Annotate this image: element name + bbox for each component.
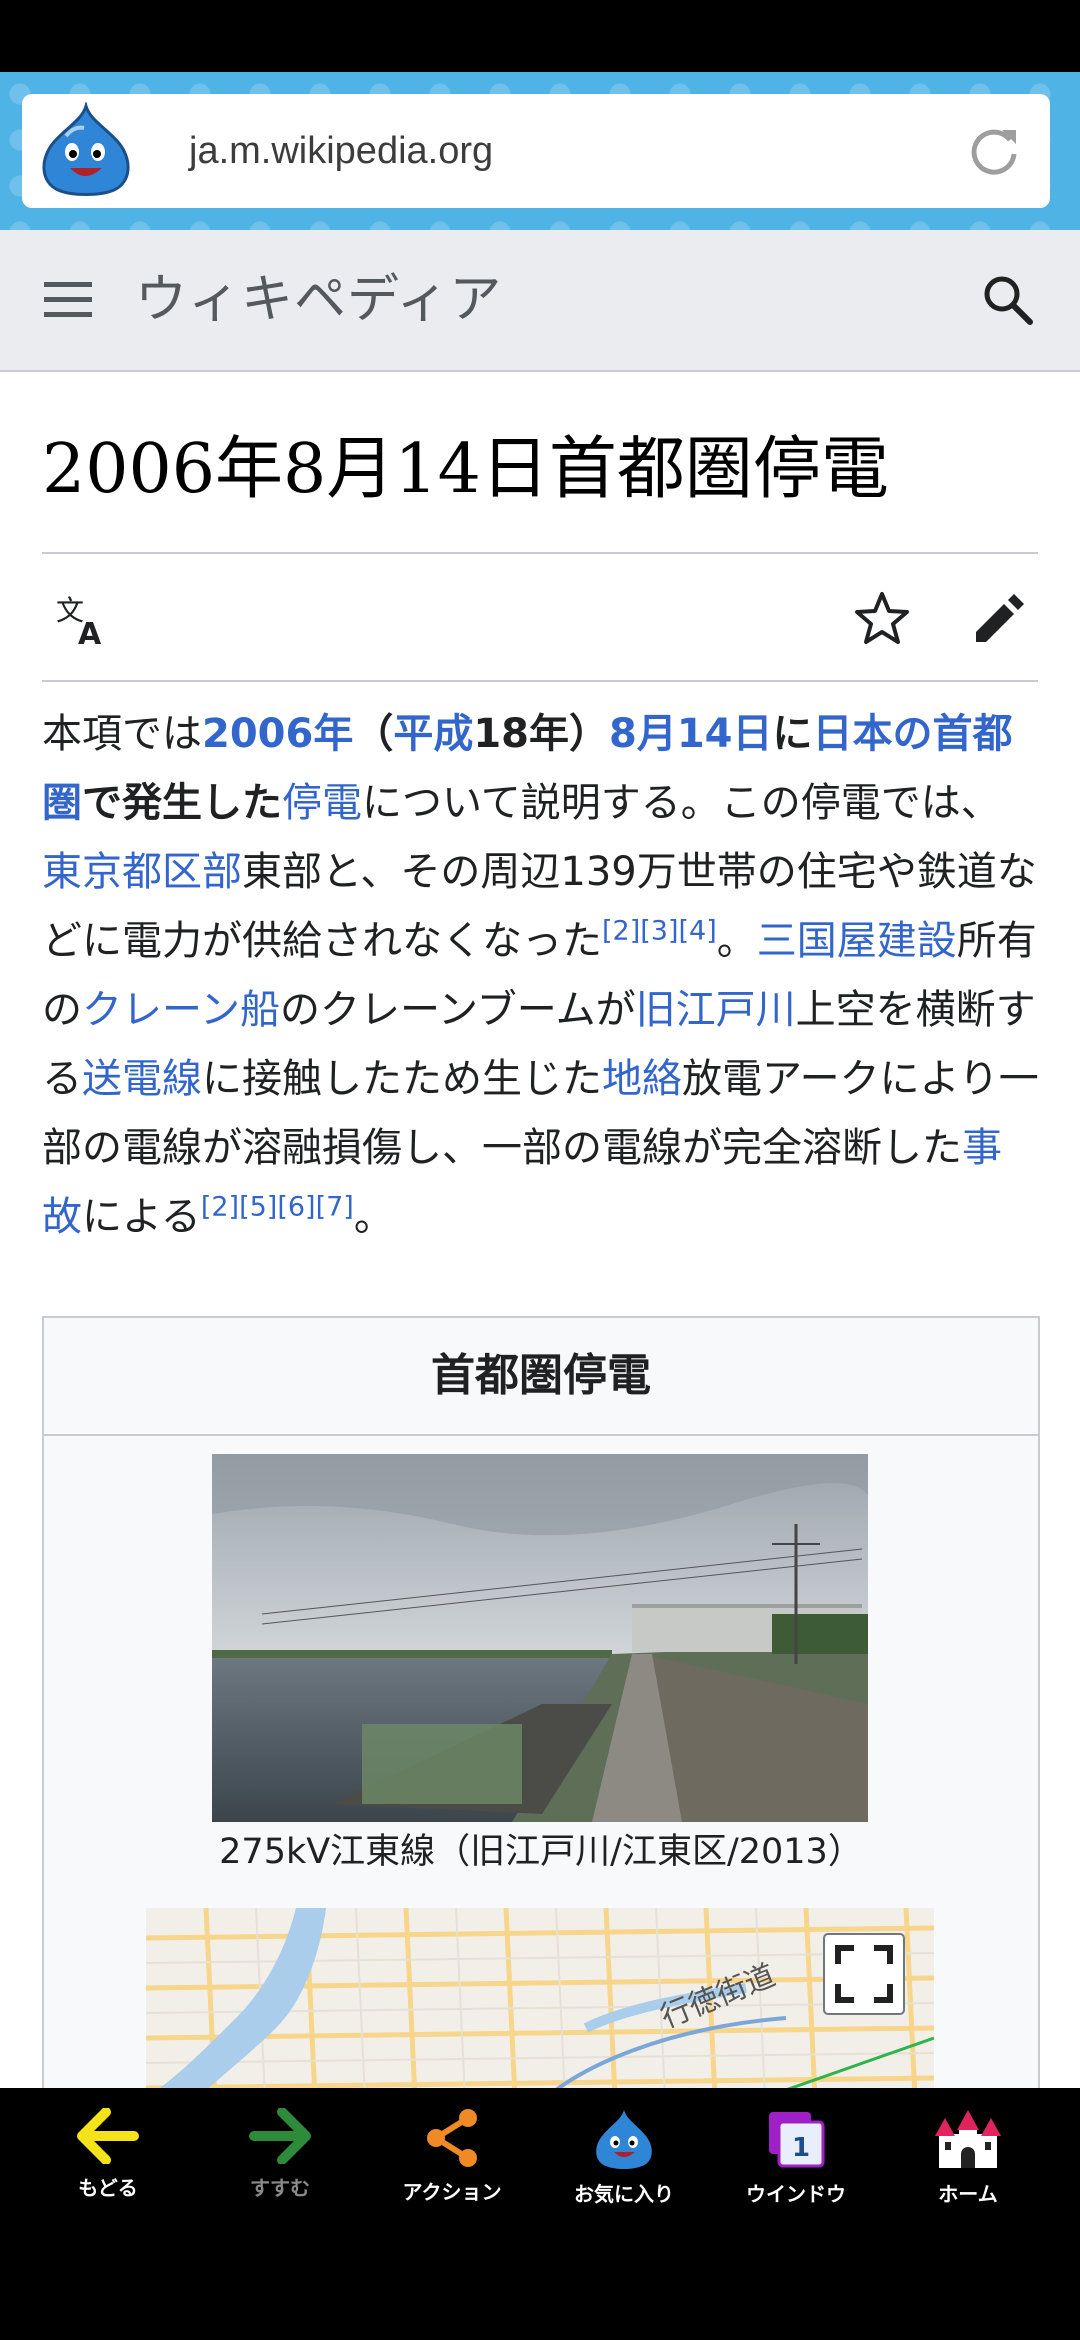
hamburger-menu-icon[interactable]: [42, 280, 94, 320]
ref-3[interactable]: [3]: [640, 916, 678, 947]
ref-7[interactable]: [7]: [316, 1192, 354, 1223]
lead-paragraph: 本項では2006年（平成18年）8月14日に日本の首都圏で発生した停電について説…: [42, 700, 1040, 1252]
nav-forward-label: すすむ: [250, 2176, 310, 2200]
browser-url-bar: ja.m.wikipedia.org: [0, 72, 1080, 230]
photo-caption: 275kV江東線（旧江戸川/江東区/2013）: [219, 1832, 863, 1872]
browser-bottom-nav: もどる すすむ アクション お気に入り 1 ウインドウ ホーム: [0, 2088, 1080, 2340]
forward-arrow-icon: [249, 2108, 311, 2164]
page-title: 2006年8月14日首都圏停電: [42, 430, 889, 509]
ref-2b[interactable]: [2]: [201, 1192, 239, 1223]
search-icon[interactable]: [980, 272, 1036, 328]
slime-favorites-icon: [596, 2110, 652, 2169]
nav-favorites-label: お気に入り: [574, 2182, 674, 2206]
text: 。: [716, 918, 757, 964]
nav-action[interactable]: アクション: [366, 2108, 538, 2228]
svg-text:A: A: [78, 617, 102, 648]
link-crane-ship[interactable]: クレーン船: [82, 987, 280, 1033]
link-teiden[interactable]: 停電: [282, 780, 362, 826]
nav-home[interactable]: ホーム: [882, 2108, 1054, 2228]
reload-icon[interactable]: [966, 124, 1022, 180]
language-icon[interactable]: 文 A: [54, 592, 110, 648]
link-heisei[interactable]: 平成: [393, 711, 473, 757]
page-actions: 文 A: [42, 556, 1038, 680]
infobox: 首都圏停電 275kV江東線（旧江戸川/江東区/2013） 行徳街道: [42, 1316, 1040, 2120]
link-chiraku[interactable]: 地絡: [602, 1056, 682, 1102]
ref-2[interactable]: [2]: [602, 916, 640, 947]
share-icon: [427, 2109, 477, 2167]
text: について説明する。この停電では、: [362, 780, 1001, 826]
ref-5[interactable]: [5]: [239, 1192, 277, 1223]
fullscreen-icon[interactable]: [823, 1933, 905, 2015]
nav-back-label: もどる: [78, 2176, 138, 2200]
nav-window-label: ウインドウ: [746, 2182, 846, 2206]
link-mikuniya[interactable]: 三国屋建設: [757, 918, 957, 964]
infobox-title: 首都圏停電: [44, 1318, 1038, 1436]
text: ）: [569, 711, 609, 757]
text: のクレーンブームが: [280, 987, 636, 1033]
back-arrow-icon: [77, 2108, 139, 2164]
text: に: [772, 711, 813, 757]
river-photo[interactable]: [212, 1454, 868, 1822]
url-text[interactable]: ja.m.wikipedia.org: [189, 94, 493, 208]
text: による: [82, 1194, 201, 1240]
link-kyu-edogawa[interactable]: 旧江戸川: [636, 987, 796, 1033]
text: 18年: [473, 711, 569, 757]
castle-home-icon: [935, 2110, 1001, 2168]
link-aug14[interactable]: 8月14日: [609, 711, 773, 757]
link-2006[interactable]: 2006年: [202, 711, 353, 757]
wiki-header: ウィキペディア: [0, 230, 1080, 372]
divider: [42, 680, 1038, 682]
text: 。: [353, 1194, 394, 1240]
slime-logo-icon[interactable]: [36, 102, 136, 198]
location-map[interactable]: 行徳街道: [146, 1908, 934, 2118]
text: 本項では: [42, 711, 202, 757]
divider: [42, 552, 1038, 554]
link-sodensen[interactable]: 送電線: [82, 1056, 202, 1102]
status-bar: [0, 0, 1080, 72]
nav-back[interactable]: もどる: [22, 2108, 194, 2228]
nav-action-label: アクション: [402, 2180, 502, 2204]
nav-window[interactable]: 1 ウインドウ: [710, 2108, 882, 2228]
ref-6[interactable]: [6]: [277, 1192, 315, 1223]
nav-favorites[interactable]: お気に入り: [538, 2108, 710, 2228]
text: に接触したため生じた: [202, 1056, 602, 1102]
text: で: [82, 780, 122, 826]
link-tokyo-kubu[interactable]: 東京都区部: [42, 849, 242, 895]
address-field[interactable]: ja.m.wikipedia.org: [22, 94, 1050, 208]
nav-forward[interactable]: すすむ: [194, 2108, 366, 2228]
text: 発生した: [122, 780, 282, 826]
wikipedia-wordmark[interactable]: ウィキペディア: [135, 260, 502, 340]
ref-4[interactable]: [4]: [679, 916, 717, 947]
nav-home-label: ホーム: [938, 2182, 998, 2206]
text: （: [353, 711, 394, 757]
edit-pencil-icon[interactable]: [968, 588, 1028, 648]
watch-star-icon[interactable]: [852, 588, 912, 648]
window-tabs-icon: 1: [769, 2112, 825, 2168]
window-count: 1: [792, 2133, 810, 2163]
